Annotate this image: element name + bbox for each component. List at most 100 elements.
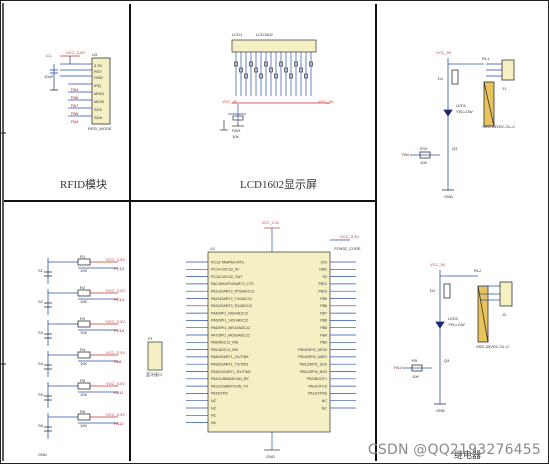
- key-switch-ref: S3: [38, 330, 44, 335]
- mcu-left-pin: PA5/SPI1_SCK/ADC12: [211, 319, 248, 323]
- rfid-net-3: PA7: [71, 103, 79, 108]
- key-resistor-value: 10K: [80, 268, 87, 273]
- lcd-ref: LCD1: [232, 32, 243, 37]
- lcd-panel-title: LCD1602显示屏: [240, 179, 317, 191]
- rfid-vcc-label: VCC_3.3V: [66, 50, 85, 55]
- rfid-pin-1: 3.3V: [94, 63, 103, 68]
- key-resistor: [77, 382, 91, 390]
- mcu-right-pin: PB3: [320, 341, 327, 345]
- mcu-left-pin: PA4/SPI1_NSS/ADC12: [211, 311, 248, 315]
- relay-top-res: R10: [420, 146, 428, 151]
- key-resistor-ref: R4: [80, 347, 86, 352]
- relay-bottom-ref: RL2: [474, 268, 482, 273]
- rfid-module-label: RFID_MODE: [88, 126, 112, 131]
- key-vcc: VCC_3.3V: [106, 288, 125, 293]
- rfid-net-5: PA3: [71, 119, 79, 124]
- rfid-net-4: PA5: [71, 111, 79, 116]
- key-net: PC15: [114, 328, 125, 333]
- mcu-left-pin: NC: [211, 421, 217, 425]
- mcu-right-pin: PB4: [320, 333, 327, 337]
- rfid-pin-3: GND: [94, 75, 103, 80]
- rfid-connector-ref: U3: [92, 52, 98, 57]
- rfid-net-labels: PA4 PA6 PA7 PA5 PA3: [71, 87, 79, 124]
- mcu-right-pin: PB11: [318, 282, 327, 286]
- key-net: PC14: [114, 297, 125, 302]
- relay-bottom-gnd: GND: [436, 408, 445, 413]
- mcu-left-pin: PA2/USART2_TX/ADC12: [211, 297, 252, 301]
- mcu-left-pin: PC13-TAMPER-RTC: [211, 260, 245, 264]
- key-resistor-value: 10K: [80, 299, 87, 304]
- mcu-right-pin: PB7: [320, 311, 327, 315]
- mcu-right-pin: PB12/SPI2_NSS: [300, 370, 328, 374]
- relay-top-diode: D1: [438, 76, 444, 81]
- mcu-left-pin: PA7/SPI1_MOSI/ADC12: [211, 333, 250, 337]
- mcu-left-pin: PA3/USART2_RX/ADC12: [211, 304, 252, 308]
- mcu-left-pin: PA8/USART1_CK/TIM1: [211, 355, 249, 359]
- relay-top-module: SRD-05VDC-SL-C: [482, 124, 515, 129]
- mcu-right-pin: PB8: [320, 304, 327, 308]
- key-switch-ref: S1: [38, 268, 44, 273]
- key-resistor: [77, 320, 91, 328]
- key-resistor: [77, 289, 91, 297]
- mcu-left-pin: PA1/USART2_RTS/ADC12: [211, 290, 254, 294]
- key-resistor-ref: R1: [80, 254, 86, 259]
- mcu-right-pin: PB5: [320, 326, 327, 330]
- mcu-left-pin: PB0/ADC12_IN8: [211, 341, 238, 345]
- key-switch-ref: S6: [38, 423, 44, 428]
- mcu-left-pin: PA11/USBDM/CAN_RX: [211, 377, 249, 381]
- mcu-right-pin: GND: [319, 268, 327, 272]
- relay-bottom-module: SRD-05VDC-SL-C: [476, 344, 509, 349]
- mcu-right-pin: PB6: [320, 319, 327, 323]
- key-resistor-value: 10K: [80, 361, 87, 366]
- relay-bottom-schematic: [402, 270, 513, 405]
- mcu-left-pin: PA15/JTDI: [211, 392, 228, 396]
- relay-top-net: PA0: [402, 152, 410, 157]
- keys-gnd: GND: [38, 452, 47, 457]
- mcu-chip-name: STM32_CORE: [334, 246, 361, 251]
- lcd-pot-value: 10K: [232, 134, 239, 139]
- mcu-left-pin: PC15-OSC32_OUT: [211, 275, 243, 279]
- key-resistor: [77, 351, 91, 359]
- lcd-schematic: [220, 39, 330, 131]
- mcu-right-pin: NC: [322, 406, 328, 410]
- rfid-net-2: PA6: [71, 95, 79, 100]
- rfid-net-1: PA4: [71, 87, 79, 92]
- key-resistor-value: 10K: [80, 423, 87, 428]
- key-vcc: VCC_3.3V: [106, 257, 125, 262]
- mcu-right-pin: PB13/SPI2_SCK: [300, 363, 328, 367]
- mcu-right-pin: NC: [322, 399, 328, 403]
- key-resistor-ref: R2: [80, 285, 86, 290]
- mcu-right-pin: PB2/BOOT1: [307, 377, 327, 381]
- relay-bottom-texts: VCC_5V RL2 D2 LED2 YELLOW R9 10K Q4 PA1 …: [394, 262, 509, 413]
- relay-top-ref: RL1: [482, 56, 490, 61]
- bluetooth-port-label: 蓝牙接口: [146, 371, 162, 377]
- mcu-right-pin: PB14/SPI2_MISO: [298, 355, 327, 359]
- key-resistor: [77, 413, 91, 421]
- mcu-left-pin: PA10/USART1_RX/TIM1: [211, 370, 251, 374]
- key-switch-ref: S2: [38, 299, 44, 304]
- mcu-left-pin: PA0-WKUP/USART2_CTS: [211, 282, 254, 286]
- lcd-vcc-label-2: VCC_5V: [318, 99, 334, 104]
- key-vcc: VCC_3.3V: [106, 381, 125, 386]
- schematic-canvas: C1 10uF VCC_3.3V U3 3.3V RST GND IRQ MIS…: [0, 0, 549, 464]
- key-vcc: VCC_3.3V: [106, 412, 125, 417]
- mcu-right-pin: PB15/SPI2_MOSI: [298, 348, 327, 352]
- relay-top-res-val: 10K: [420, 160, 427, 165]
- relay-top-texts: VCC_5V RL1 D1 LED1 YELLOW R10 10K Q3 PA0…: [402, 50, 515, 199]
- relay-bottom-diode: D2: [430, 288, 436, 293]
- mcu-right-pin: PB9: [320, 297, 327, 301]
- relay-top-led: LED1: [456, 103, 467, 108]
- key-resistor-ref: R5: [80, 378, 86, 383]
- rfid-pin-8: SDA: [94, 115, 103, 120]
- rfid-cap-value: 10uF: [44, 74, 54, 79]
- key-net: PA12: [114, 421, 124, 426]
- rfid-cap-ref: C1: [46, 53, 52, 58]
- mcu-vcc-label: VCC_3.3V: [262, 221, 280, 225]
- rfid-pin-5: MISO: [94, 91, 104, 96]
- lcd-part: LCD1602: [256, 32, 274, 37]
- mcu-ref: U1: [210, 246, 216, 251]
- mcu-right-pin: 3V3: [321, 260, 327, 264]
- relay-top-vcc: VCC_5V: [436, 50, 452, 55]
- key-vcc: VCC_3.3V: [106, 350, 125, 355]
- key-net: PA8: [114, 359, 122, 364]
